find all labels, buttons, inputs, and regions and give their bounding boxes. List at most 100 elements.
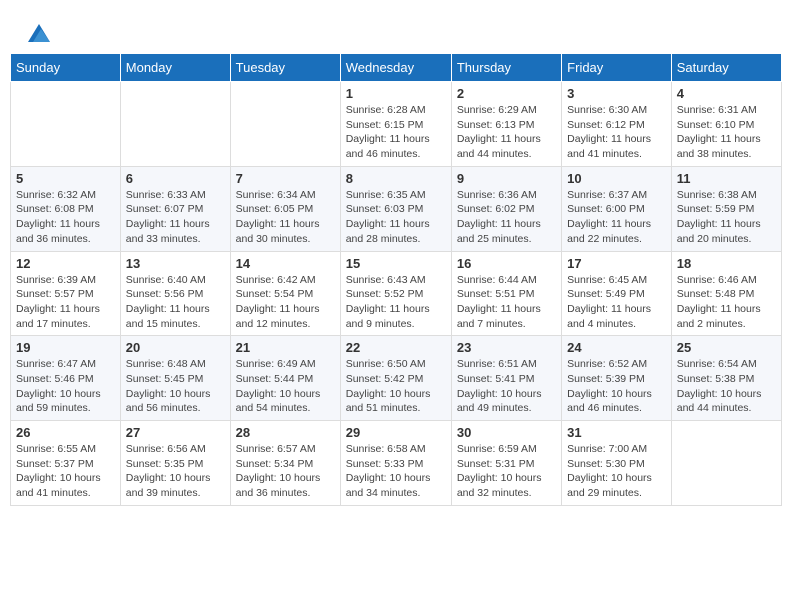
day-info: Sunrise: 6:50 AM Sunset: 5:42 PM Dayligh… xyxy=(346,357,446,416)
calendar-cell-w2d0: 12 Sunrise: 6:39 AM Sunset: 5:57 PM Dayli… xyxy=(11,251,121,336)
calendar-cell-w4d2: 28 Sunrise: 6:57 AM Sunset: 5:34 PM Dayli… xyxy=(230,421,340,506)
day-number: 15 xyxy=(346,256,446,271)
day-number: 10 xyxy=(567,171,666,186)
day-info: Sunrise: 6:37 AM Sunset: 6:00 PM Dayligh… xyxy=(567,188,666,247)
day-number: 17 xyxy=(567,256,666,271)
day-info: Sunrise: 6:49 AM Sunset: 5:44 PM Dayligh… xyxy=(236,357,335,416)
calendar-cell-w0d0 xyxy=(11,82,121,167)
day-info: Sunrise: 6:51 AM Sunset: 5:41 PM Dayligh… xyxy=(457,357,556,416)
logo-icon xyxy=(28,24,50,42)
col-friday: Friday xyxy=(562,54,672,82)
calendar-cell-w3d1: 20 Sunrise: 6:48 AM Sunset: 5:45 PM Dayli… xyxy=(120,336,230,421)
day-info: Sunrise: 6:34 AM Sunset: 6:05 PM Dayligh… xyxy=(236,188,335,247)
calendar-cell-w2d1: 13 Sunrise: 6:40 AM Sunset: 5:56 PM Dayli… xyxy=(120,251,230,336)
day-number: 21 xyxy=(236,340,335,355)
calendar-cell-w3d5: 24 Sunrise: 6:52 AM Sunset: 5:39 PM Dayli… xyxy=(562,336,672,421)
day-info: Sunrise: 6:45 AM Sunset: 5:49 PM Dayligh… xyxy=(567,273,666,332)
calendar-cell-w4d6 xyxy=(671,421,781,506)
day-number: 20 xyxy=(126,340,225,355)
day-info: Sunrise: 6:48 AM Sunset: 5:45 PM Dayligh… xyxy=(126,357,225,416)
day-number: 31 xyxy=(567,425,666,440)
day-number: 25 xyxy=(677,340,776,355)
calendar-header: Sunday Monday Tuesday Wednesday Thursday… xyxy=(11,54,782,82)
day-info: Sunrise: 7:00 AM Sunset: 5:30 PM Dayligh… xyxy=(567,442,666,501)
logo-container xyxy=(25,20,50,43)
day-info: Sunrise: 6:59 AM Sunset: 5:31 PM Dayligh… xyxy=(457,442,556,501)
day-info: Sunrise: 6:56 AM Sunset: 5:35 PM Dayligh… xyxy=(126,442,225,501)
calendar-cell-w3d2: 21 Sunrise: 6:49 AM Sunset: 5:44 PM Dayli… xyxy=(230,336,340,421)
day-info: Sunrise: 6:42 AM Sunset: 5:54 PM Dayligh… xyxy=(236,273,335,332)
day-number: 23 xyxy=(457,340,556,355)
day-info: Sunrise: 6:47 AM Sunset: 5:46 PM Dayligh… xyxy=(16,357,115,416)
day-info: Sunrise: 6:46 AM Sunset: 5:48 PM Dayligh… xyxy=(677,273,776,332)
col-monday: Monday xyxy=(120,54,230,82)
day-number: 12 xyxy=(16,256,115,271)
day-info: Sunrise: 6:55 AM Sunset: 5:37 PM Dayligh… xyxy=(16,442,115,501)
calendar-cell-w4d1: 27 Sunrise: 6:56 AM Sunset: 5:35 PM Dayli… xyxy=(120,421,230,506)
calendar-cell-w4d3: 29 Sunrise: 6:58 AM Sunset: 5:33 PM Dayli… xyxy=(340,421,451,506)
day-number: 16 xyxy=(457,256,556,271)
calendar-cell-w3d3: 22 Sunrise: 6:50 AM Sunset: 5:42 PM Dayli… xyxy=(340,336,451,421)
calendar-cell-w0d3: 1 Sunrise: 6:28 AM Sunset: 6:15 PM Daylig… xyxy=(340,82,451,167)
col-saturday: Saturday xyxy=(671,54,781,82)
calendar-body: 1 Sunrise: 6:28 AM Sunset: 6:15 PM Daylig… xyxy=(11,82,782,506)
calendar-week-3: 12 Sunrise: 6:39 AM Sunset: 5:57 PM Dayli… xyxy=(11,251,782,336)
logo xyxy=(25,20,50,43)
day-info: Sunrise: 6:58 AM Sunset: 5:33 PM Dayligh… xyxy=(346,442,446,501)
day-number: 19 xyxy=(16,340,115,355)
col-sunday: Sunday xyxy=(11,54,121,82)
calendar-cell-w1d3: 8Sunrise: 6:35 AM Sunset: 6:03 PM Daylig… xyxy=(340,166,451,251)
day-info: Sunrise: 6:28 AM Sunset: 6:15 PM Dayligh… xyxy=(346,103,446,162)
day-number: 14 xyxy=(236,256,335,271)
day-number: 28 xyxy=(236,425,335,440)
day-info: Sunrise: 6:35 AM Sunset: 6:03 PM Dayligh… xyxy=(346,188,446,247)
calendar-cell-w0d5: 3Sunrise: 6:30 AM Sunset: 6:12 PM Daylig… xyxy=(562,82,672,167)
calendar-cell-w3d4: 23 Sunrise: 6:51 AM Sunset: 5:41 PM Dayli… xyxy=(451,336,561,421)
day-number: 1 xyxy=(346,86,446,101)
day-number: 5 xyxy=(16,171,115,186)
calendar-cell-w2d4: 16 Sunrise: 6:44 AM Sunset: 5:51 PM Dayli… xyxy=(451,251,561,336)
day-info: Sunrise: 6:29 AM Sunset: 6:13 PM Dayligh… xyxy=(457,103,556,162)
day-info: Sunrise: 6:43 AM Sunset: 5:52 PM Dayligh… xyxy=(346,273,446,332)
day-number: 11 xyxy=(677,171,776,186)
day-number: 4 xyxy=(677,86,776,101)
day-info: Sunrise: 6:54 AM Sunset: 5:38 PM Dayligh… xyxy=(677,357,776,416)
calendar-cell-w3d0: 19 Sunrise: 6:47 AM Sunset: 5:46 PM Dayli… xyxy=(11,336,121,421)
day-number: 29 xyxy=(346,425,446,440)
day-number: 7 xyxy=(236,171,335,186)
day-number: 6 xyxy=(126,171,225,186)
calendar-cell-w3d6: 25 Sunrise: 6:54 AM Sunset: 5:38 PM Dayli… xyxy=(671,336,781,421)
calendar-cell-w2d3: 15 Sunrise: 6:43 AM Sunset: 5:52 PM Dayli… xyxy=(340,251,451,336)
calendar-cell-w2d6: 18 Sunrise: 6:46 AM Sunset: 5:48 PM Dayli… xyxy=(671,251,781,336)
calendar-cell-w0d4: 2Sunrise: 6:29 AM Sunset: 6:13 PM Daylig… xyxy=(451,82,561,167)
day-info: Sunrise: 6:36 AM Sunset: 6:02 PM Dayligh… xyxy=(457,188,556,247)
calendar-cell-w1d1: 6Sunrise: 6:33 AM Sunset: 6:07 PM Daylig… xyxy=(120,166,230,251)
day-info: Sunrise: 6:44 AM Sunset: 5:51 PM Dayligh… xyxy=(457,273,556,332)
calendar-cell-w4d4: 30 Sunrise: 6:59 AM Sunset: 5:31 PM Dayli… xyxy=(451,421,561,506)
day-number: 30 xyxy=(457,425,556,440)
day-number: 9 xyxy=(457,171,556,186)
calendar-week-1: 1 Sunrise: 6:28 AM Sunset: 6:15 PM Daylig… xyxy=(11,82,782,167)
day-info: Sunrise: 6:30 AM Sunset: 6:12 PM Dayligh… xyxy=(567,103,666,162)
day-info: Sunrise: 6:39 AM Sunset: 5:57 PM Dayligh… xyxy=(16,273,115,332)
day-info: Sunrise: 6:32 AM Sunset: 6:08 PM Dayligh… xyxy=(16,188,115,247)
calendar-cell-w0d1 xyxy=(120,82,230,167)
col-wednesday: Wednesday xyxy=(340,54,451,82)
calendar-table: Sunday Monday Tuesday Wednesday Thursday… xyxy=(10,53,782,506)
calendar-cell-w1d0: 5 Sunrise: 6:32 AM Sunset: 6:08 PM Daylig… xyxy=(11,166,121,251)
day-info: Sunrise: 6:40 AM Sunset: 5:56 PM Dayligh… xyxy=(126,273,225,332)
calendar-cell-w4d0: 26Sunrise: 6:55 AM Sunset: 5:37 PM Dayli… xyxy=(11,421,121,506)
day-number: 18 xyxy=(677,256,776,271)
calendar-week-5: 26Sunrise: 6:55 AM Sunset: 5:37 PM Dayli… xyxy=(11,421,782,506)
day-info: Sunrise: 6:52 AM Sunset: 5:39 PM Dayligh… xyxy=(567,357,666,416)
day-number: 13 xyxy=(126,256,225,271)
page-header xyxy=(10,10,782,48)
calendar-cell-w1d2: 7 Sunrise: 6:34 AM Sunset: 6:05 PM Daylig… xyxy=(230,166,340,251)
day-number: 27 xyxy=(126,425,225,440)
day-number: 22 xyxy=(346,340,446,355)
day-info: Sunrise: 6:57 AM Sunset: 5:34 PM Dayligh… xyxy=(236,442,335,501)
calendar-cell-w2d5: 17 Sunrise: 6:45 AM Sunset: 5:49 PM Dayli… xyxy=(562,251,672,336)
calendar-cell-w2d2: 14 Sunrise: 6:42 AM Sunset: 5:54 PM Dayli… xyxy=(230,251,340,336)
calendar-cell-w4d5: 31 Sunrise: 7:00 AM Sunset: 5:30 PM Dayli… xyxy=(562,421,672,506)
day-number: 24 xyxy=(567,340,666,355)
